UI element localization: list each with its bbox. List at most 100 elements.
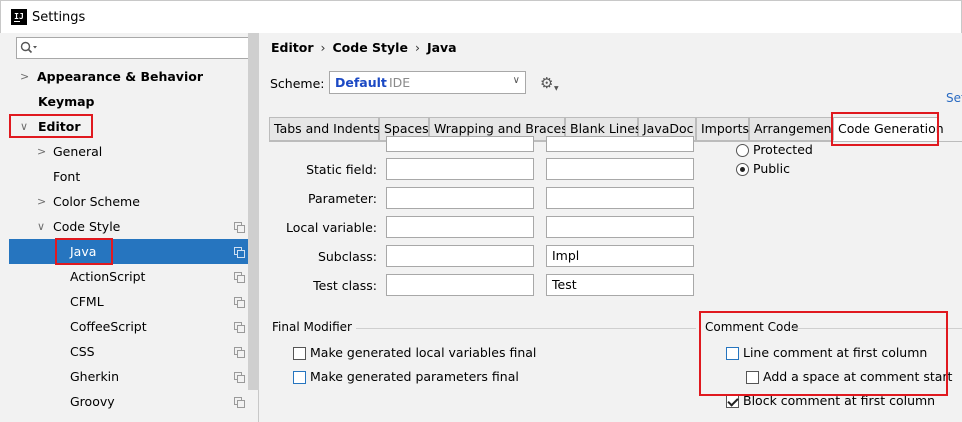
- sidebar-item-java[interactable]: Java: [9, 239, 259, 264]
- sidebar-item-css[interactable]: CSS: [9, 339, 259, 364]
- final-modifier-divider: [356, 328, 696, 329]
- radio-public-label: Public: [753, 161, 790, 176]
- sidebar-scrollbar[interactable]: [248, 33, 259, 390]
- static-field-suffix-input[interactable]: [546, 158, 694, 180]
- label-local-variable: Local variable:: [285, 220, 377, 235]
- project-copy-icon: [234, 297, 245, 308]
- checkbox-line-comment-first-column[interactable]: [726, 347, 739, 360]
- subclass-suffix-input[interactable]: Impl: [546, 245, 694, 267]
- settings-sidebar: > Appearance & Behavior Keymap ∨ Editor …: [9, 33, 259, 422]
- sidebar-item-color-scheme[interactable]: > Color Scheme: [9, 189, 259, 214]
- title-bar: IJ Settings: [0, 0, 962, 33]
- subclass-prefix-input[interactable]: [386, 245, 534, 267]
- sidebar-item-label: Gherkin: [70, 369, 120, 384]
- checkbox-block-comment-first-column[interactable]: [726, 395, 739, 408]
- code-generation-panel: Static field: Parameter: Local variable:…: [269, 136, 962, 422]
- breadcrumb-java: Java: [426, 40, 457, 55]
- radio-protected-label: Protected: [753, 142, 813, 157]
- label-test-class: Test class:: [313, 278, 377, 293]
- sidebar-item-actionscript[interactable]: ActionScript: [9, 264, 259, 289]
- sidebar-item-label: CFML: [70, 294, 104, 309]
- project-copy-icon: [234, 397, 245, 408]
- project-copy-icon: [234, 347, 245, 358]
- sidebar-item-cfml[interactable]: CFML: [9, 289, 259, 314]
- main-panel: Editor › Code Style › Java Scheme: Default I…: [260, 33, 962, 422]
- comment-code-divider: [791, 328, 962, 329]
- chevron-down-icon: ∨: [512, 75, 520, 86]
- label-parameter: Parameter:: [307, 191, 377, 206]
- sidebar-item-general[interactable]: > General: [9, 139, 259, 164]
- chevron-right-icon[interactable]: >: [20, 64, 29, 89]
- search-box[interactable]: [16, 37, 253, 59]
- search-icon: [20, 41, 37, 54]
- project-copy-icon: [234, 222, 245, 233]
- breadcrumb-editor: Editor: [271, 40, 314, 55]
- sidebar-item-label: General: [53, 144, 103, 159]
- test-class-prefix-input[interactable]: [386, 274, 534, 296]
- project-copy-icon: [234, 322, 245, 333]
- breadcrumb-code-style: Code Style: [332, 40, 408, 55]
- checkbox-local-variables-final-label: Make generated local variables final: [310, 345, 537, 360]
- sidebar-item-label: Font: [53, 169, 81, 184]
- sidebar-item-label: Editor: [38, 119, 81, 134]
- radio-public[interactable]: [736, 163, 749, 176]
- checkbox-line-comment-first-column-label: Line comment at first column: [743, 345, 928, 360]
- parameter-suffix-input[interactable]: [546, 187, 694, 209]
- chevron-right-icon[interactable]: >: [37, 189, 46, 214]
- breadcrumb-separator: ›: [414, 40, 420, 55]
- tab-arrangement[interactable]: Arrangement: [749, 117, 837, 141]
- sidebar-item-label: Color Scheme: [53, 194, 140, 209]
- checkbox-parameters-final-label: Make generated parameters final: [310, 369, 519, 384]
- sidebar-item-font[interactable]: Font: [9, 164, 259, 189]
- sidebar-item-label: ActionScript: [70, 269, 146, 284]
- local-variable-prefix-input[interactable]: [386, 216, 534, 238]
- project-copy-icon: [234, 372, 245, 383]
- project-copy-icon: [234, 272, 245, 283]
- gear-icon[interactable]: ⚙: [540, 74, 553, 92]
- scheme-value: Default: [335, 75, 387, 90]
- checkbox-add-space-comment-start[interactable]: [746, 371, 759, 384]
- dropdown-arrow-icon: ▼: [554, 85, 559, 92]
- sidebar-item-label: Appearance & Behavior: [37, 69, 203, 84]
- checkbox-local-variables-final[interactable]: [293, 347, 306, 360]
- sidebar-item-groovy[interactable]: Groovy: [9, 389, 259, 414]
- sidebar-item-label: Keymap: [38, 94, 95, 109]
- checkbox-block-comment-first-column-label: Block comment at first column: [743, 393, 936, 408]
- sidebar-item-label: Groovy: [70, 394, 115, 409]
- chevron-down-icon[interactable]: ∨: [20, 114, 28, 139]
- chevron-down-icon[interactable]: ∨: [37, 214, 45, 239]
- sidebar-item-keymap[interactable]: Keymap: [9, 89, 259, 114]
- window-title: Settings: [32, 10, 86, 25]
- sidebar-item-coffeescript[interactable]: CoffeeScript: [9, 314, 259, 339]
- intellij-logo-icon: IJ: [11, 9, 27, 25]
- field-suffix-cut[interactable]: [546, 136, 694, 152]
- label-static-field: Static field:: [306, 162, 377, 177]
- chevron-right-icon[interactable]: >: [37, 139, 46, 164]
- parameter-prefix-input[interactable]: [386, 187, 534, 209]
- sidebar-item-editor[interactable]: ∨ Editor: [9, 114, 259, 139]
- radio-protected[interactable]: [736, 144, 749, 157]
- static-field-prefix-input[interactable]: [386, 158, 534, 180]
- sidebar-item-label: Code Style: [53, 219, 121, 234]
- sidebar-item-code-style[interactable]: ∨ Code Style: [9, 214, 259, 239]
- comment-code-title: Comment Code: [705, 320, 799, 334]
- sidebar-item-gherkin[interactable]: Gherkin: [9, 364, 259, 389]
- field-prefix-cut[interactable]: [386, 136, 534, 152]
- tab-code-generation[interactable]: Code Generation: [833, 117, 944, 141]
- project-copy-icon: [234, 247, 245, 258]
- scheme-dropdown[interactable]: Default IDE ∨: [329, 71, 526, 94]
- sidebar-item-label: Java: [70, 244, 97, 259]
- scheme-sub: IDE: [389, 75, 411, 90]
- sidebar-item-appearance-behavior[interactable]: > Appearance & Behavior: [9, 64, 259, 89]
- breadcrumb: Editor › Code Style › Java: [271, 40, 457, 55]
- checkbox-parameters-final[interactable]: [293, 371, 306, 384]
- search-input[interactable]: [41, 40, 246, 56]
- tab-imports[interactable]: Imports: [696, 117, 749, 141]
- label-subclass: Subclass:: [317, 249, 377, 264]
- tab-tabs-and-indents[interactable]: Tabs and Indents: [269, 117, 380, 141]
- local-variable-suffix-input[interactable]: [546, 216, 694, 238]
- test-class-suffix-input[interactable]: Test: [546, 274, 694, 296]
- set-from-link[interactable]: Set: [946, 91, 962, 105]
- checkbox-add-space-comment-start-label: Add a space at comment start: [763, 369, 953, 384]
- breadcrumb-separator: ›: [320, 40, 326, 55]
